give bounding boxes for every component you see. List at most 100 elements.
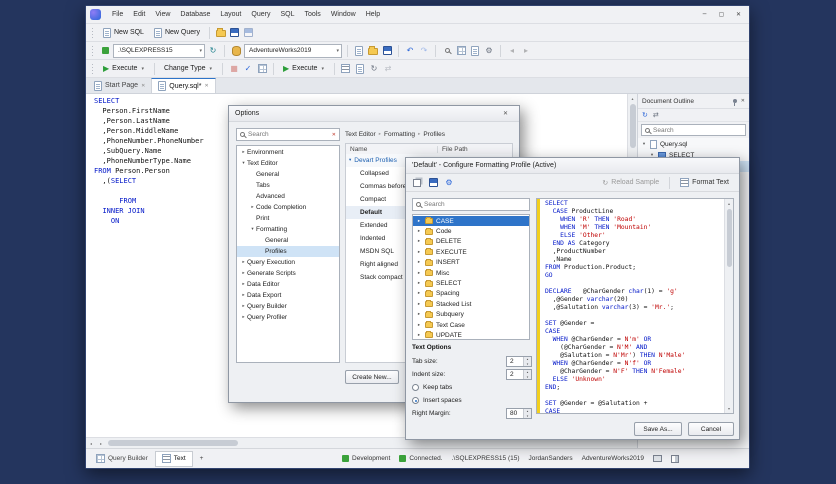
sync-outline-icon[interactable]: ⇄ xyxy=(653,111,659,119)
save-all-icon[interactable] xyxy=(243,27,255,39)
collapsed-arrow-icon[interactable]: ▸ xyxy=(416,323,422,328)
menu-help[interactable]: Help xyxy=(361,9,385,20)
options-search[interactable]: ✕ xyxy=(236,128,340,141)
column-file-path[interactable]: File Path xyxy=(438,146,468,153)
pin-icon[interactable] xyxy=(732,99,737,106)
connection-state-item[interactable]: Connected. xyxy=(399,455,443,462)
options-tree-general[interactable]: General xyxy=(237,235,339,246)
save-icon[interactable] xyxy=(229,27,241,39)
options-tree-data-export[interactable]: ▸ Data Export xyxy=(237,290,339,301)
options-tree-environment[interactable]: ▸ Environment xyxy=(237,147,339,158)
collapsed-arrow-icon[interactable]: ▸ xyxy=(416,219,422,224)
breadcrumb-item-profiles[interactable]: Profiles xyxy=(423,131,445,138)
options-tree-print[interactable]: Print xyxy=(237,213,339,224)
copy-profile-icon[interactable] xyxy=(411,177,423,189)
profile-settings-gear-icon[interactable]: ⚙ xyxy=(443,177,455,189)
scroll-up-icon[interactable]: ▴ xyxy=(724,199,733,208)
script-icon[interactable] xyxy=(469,45,481,57)
options-dialog-title-bar[interactable]: Options ✕ xyxy=(229,106,519,122)
monitor-icon[interactable] xyxy=(653,455,662,462)
options-tree-query-execution[interactable]: ▸ Query Execution xyxy=(237,257,339,268)
collapsed-arrow-icon[interactable]: ▸ xyxy=(416,229,422,234)
new-query-button[interactable]: New Query xyxy=(150,27,204,39)
collapsed-arrow-icon[interactable]: ▸ xyxy=(416,260,422,265)
query-plan-icon[interactable] xyxy=(256,63,268,75)
collapsed-arrow-icon[interactable]: ▸ xyxy=(240,260,247,265)
view-tab-[interactable]: + xyxy=(194,451,210,467)
format-folder-update[interactable]: ▸ UPDATE xyxy=(413,330,529,339)
toolbar-grip[interactable] xyxy=(91,44,95,57)
spin-down-icon[interactable]: ▾ xyxy=(524,362,531,367)
menu-query[interactable]: Query xyxy=(246,9,275,20)
menu-database[interactable]: Database xyxy=(175,9,215,20)
close-tab-icon[interactable]: ✕ xyxy=(141,83,145,89)
outline-node-query-sql[interactable]: ▾ Query.sql xyxy=(638,139,749,150)
outline-search[interactable] xyxy=(641,124,746,136)
expand-arrow-icon[interactable]: ▾ xyxy=(641,142,647,147)
format-text-button[interactable]: Format Text xyxy=(675,176,734,189)
menu-tools[interactable]: Tools xyxy=(299,9,325,20)
close-dialog-icon[interactable]: ✕ xyxy=(498,108,513,120)
new-sql-button[interactable]: New SQL xyxy=(99,27,148,39)
collapsed-arrow-icon[interactable]: ▸ xyxy=(416,271,422,276)
menu-file[interactable]: File xyxy=(107,9,128,20)
sql-preview[interactable]: SELECT CASE ProductLine WHEN 'R' THEN 'R… xyxy=(536,198,734,414)
execute-button[interactable]: ▶ Execute ▾ xyxy=(99,63,149,74)
create-new-button[interactable]: Create New... xyxy=(345,370,399,384)
options-tree-tabs[interactable]: Tabs xyxy=(237,180,339,191)
options-tree-formatting[interactable]: ▾ Formatting xyxy=(237,224,339,235)
collapsed-arrow-icon[interactable]: ▸ xyxy=(240,293,247,298)
scroll-down-icon[interactable]: ▾ xyxy=(724,404,733,413)
options-tree-data-editor[interactable]: ▸ Data Editor xyxy=(237,279,339,290)
open-file-icon[interactable] xyxy=(215,27,227,39)
change-type-button[interactable]: Change Type ▾ xyxy=(160,64,217,73)
table-designer-icon[interactable] xyxy=(455,45,467,57)
save-as-button[interactable]: Save As... xyxy=(634,422,682,436)
collapsed-arrow-icon[interactable]: ▸ xyxy=(416,239,422,244)
format-folder-code[interactable]: ▸ Code xyxy=(413,226,529,236)
open-icon[interactable] xyxy=(367,45,379,57)
view-tab-query-builder[interactable]: Query Builder xyxy=(90,451,154,467)
refresh-outline-icon[interactable]: ↻ xyxy=(642,111,648,119)
doc-tab-query-sql[interactable]: Query.sql* ✕ xyxy=(151,78,216,93)
server-combobox[interactable]: .\SQLEXPRESS15 ▾ xyxy=(113,43,205,58)
options-tree-generate-scripts[interactable]: ▸ Generate Scripts xyxy=(237,268,339,279)
toolbar-grip[interactable] xyxy=(91,62,95,75)
close-icon[interactable]: ✕ xyxy=(730,8,747,22)
format-folder-delete[interactable]: ▸ DELETE xyxy=(413,237,529,247)
menu-layout[interactable]: Layout xyxy=(215,9,246,20)
column-name[interactable]: Name xyxy=(346,145,438,153)
parse-check-icon[interactable]: ✓ xyxy=(242,63,254,75)
expanded-arrow-icon[interactable]: ▾ xyxy=(240,161,247,166)
insert-spaces-radio[interactable] xyxy=(412,397,419,404)
stop-execution-icon[interactable]: ■ xyxy=(228,63,240,75)
format-folder-misc[interactable]: ▸ Misc xyxy=(413,268,529,278)
profile-search-input[interactable] xyxy=(424,201,526,208)
scrollbar-thumb[interactable] xyxy=(108,440,238,446)
profile-search[interactable] xyxy=(412,198,530,211)
collapsed-arrow-icon[interactable]: ▸ xyxy=(249,205,256,210)
outline-search-input[interactable] xyxy=(653,126,742,134)
database-combobox[interactable]: AdventureWorks2019 ▾ xyxy=(244,43,342,58)
settings-gear-icon[interactable]: ⚙ xyxy=(483,45,495,57)
collapsed-arrow-icon[interactable]: ▸ xyxy=(240,304,247,309)
collapsed-arrow-icon[interactable]: ▸ xyxy=(416,302,422,307)
menu-sql[interactable]: SQL xyxy=(275,9,299,20)
format-folder-stacked-list[interactable]: ▸ Stacked List xyxy=(413,299,529,309)
new-document-icon[interactable] xyxy=(353,45,365,57)
expanded-arrow-icon[interactable]: ▾ xyxy=(249,227,256,232)
user-item[interactable]: JordanSanders xyxy=(529,455,573,462)
spin-down-icon[interactable]: ▾ xyxy=(524,375,531,380)
options-tree-query-builder[interactable]: ▸ Query Builder xyxy=(237,301,339,312)
collapsed-arrow-icon[interactable]: ▸ xyxy=(416,312,422,317)
cancel-button[interactable]: Cancel xyxy=(688,422,734,436)
snippets-icon[interactable] xyxy=(354,63,366,75)
expanded-arrow-icon[interactable]: ▾ xyxy=(349,158,351,163)
options-tree-profiles[interactable]: Profiles xyxy=(237,246,339,257)
scroll-up-icon[interactable]: ▴ xyxy=(628,94,638,103)
toolbar-grip[interactable] xyxy=(91,26,95,39)
profile-dialog-title-bar[interactable]: 'Default' - Configure Formatting Profile… xyxy=(406,158,739,174)
format-folder-insert[interactable]: ▸ INSERT xyxy=(413,258,529,268)
collapsed-arrow-icon[interactable]: ▸ xyxy=(240,282,247,287)
minimize-icon[interactable]: ─ xyxy=(696,8,713,22)
